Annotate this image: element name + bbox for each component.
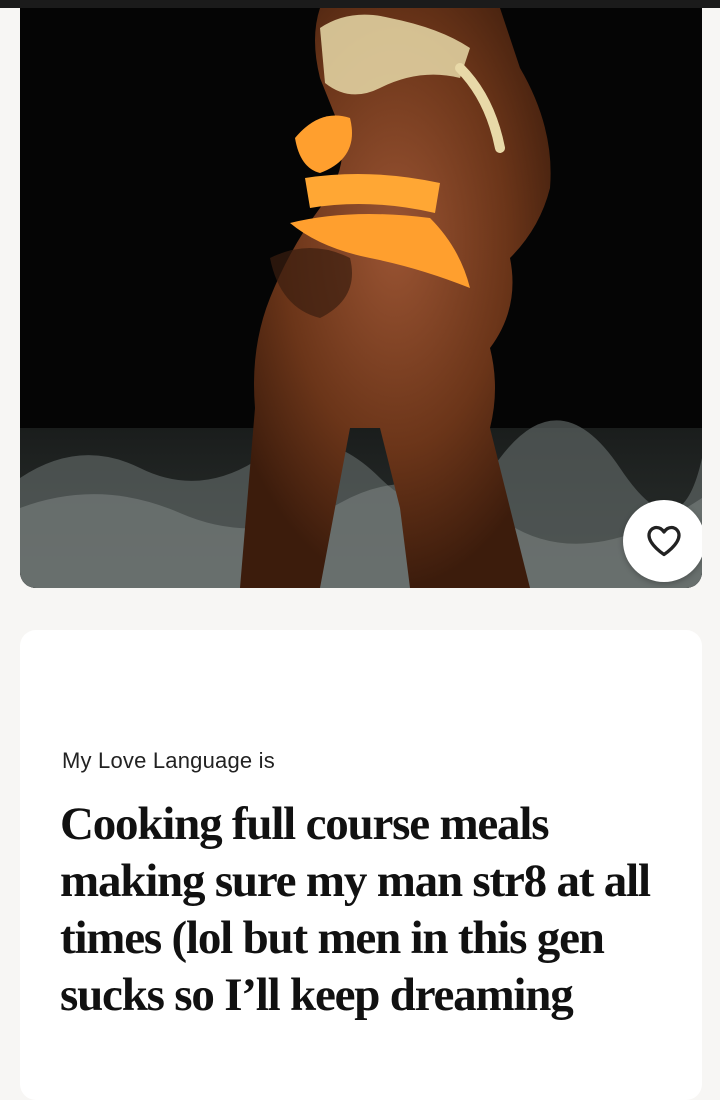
profile-photo (20, 8, 702, 588)
profile-photo-card[interactable] (20, 8, 702, 588)
like-button[interactable] (623, 500, 702, 582)
prompt-label: My Love Language is (62, 748, 275, 773)
prompt-answer: Cooking full course meals making sure my… (60, 798, 651, 1021)
status-bar-edge (0, 0, 720, 8)
prompt-card[interactable]: My Love Language is Cooking full course … (20, 630, 702, 1100)
heart-icon (647, 525, 681, 557)
